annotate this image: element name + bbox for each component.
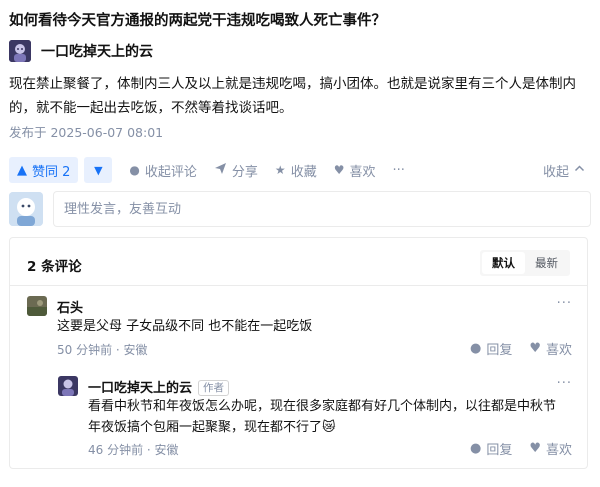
- comments-divider: [10, 285, 587, 286]
- reply-label: 回复: [486, 443, 513, 458]
- author-name[interactable]: 一口吃掉天上的云: [41, 41, 153, 61]
- question-title[interactable]: 如何看待今天官方通报的两起党干违规吃喝致人死亡事件？: [9, 9, 386, 30]
- sort-default-tab[interactable]: 默认: [482, 252, 525, 274]
- answer-author: 一口吃掉天上的云: [9, 40, 153, 62]
- author-tag-badge: 作者: [198, 380, 230, 396]
- like-button[interactable]: ♥ 喜欢: [334, 161, 376, 180]
- reply-button[interactable]: ● 回复: [470, 439, 512, 458]
- comment-like-label: 喜欢: [545, 443, 572, 458]
- reply-comment-item: 一口吃掉天上的云 作者 ··· 看看中秋节和年夜饭怎么办呢，现在很多家庭都有好几个…: [58, 376, 572, 458]
- comment-item: 石头 ··· 这要是父母 子女品级不同 也不能在一起吃饭 50 分钟前 · 安徽…: [27, 296, 572, 358]
- collapse-comments-button[interactable]: ● 收起评论: [129, 161, 197, 180]
- comment-like-button[interactable]: ♥ 喜欢: [529, 339, 572, 358]
- answer-content: 现在禁止聚餐了，体制内三人及以上就是违规吃喝，搞小团体。也就是说家里有三个人是体…: [9, 76, 576, 116]
- more-dots-icon: ···: [392, 162, 405, 178]
- collapse-comments-label: 收起评论: [144, 164, 197, 180]
- comments-section: 2 条评论 默认 最新 石头 ··· 这要是父母 子女品级不同 也不能在一起吃饭…: [9, 237, 588, 469]
- reply-bubble-icon: ●: [469, 441, 482, 456]
- reply-button[interactable]: ● 回复: [470, 339, 512, 358]
- commenter-avatar[interactable]: [58, 376, 78, 396]
- comment-text-line: 看看中秋节和年夜饭怎么办呢，现在很多家庭都有好几个体制内，以往都是中秋节: [88, 399, 557, 414]
- reply-bubble-icon: ●: [469, 341, 482, 356]
- comment-text: 看看中秋节和年夜饭怎么办呢，现在很多家庭都有好几个体制内，以往都是中秋节 年夜饭…: [88, 396, 572, 438]
- commenter-name[interactable]: 石头: [57, 297, 83, 316]
- paper-plane-icon: [214, 162, 227, 178]
- triangle-down-icon: ▼: [94, 163, 103, 177]
- upvote-button[interactable]: ▲ 赞同 2: [9, 157, 79, 183]
- comment-sort-toggle: 默认 最新: [480, 250, 570, 276]
- upvote-label: 赞同 2: [32, 164, 71, 180]
- commenter-name: 一口吃掉天上的云 作者: [88, 377, 230, 396]
- comment-input[interactable]: [53, 191, 591, 227]
- collapse-label: 收起: [542, 164, 569, 180]
- comment-count: 2 条评论: [27, 259, 82, 275]
- sort-latest-tab[interactable]: 最新: [525, 252, 568, 274]
- comment-composer: [9, 191, 591, 227]
- share-button[interactable]: 分享: [214, 161, 258, 180]
- triangle-up-icon: ▲: [17, 162, 27, 178]
- comment-meta: 46 分钟前 · 安徽: [88, 443, 179, 457]
- like-label: 喜欢: [349, 164, 376, 180]
- more-options-button[interactable]: ···: [392, 163, 404, 178]
- comment-like-label: 喜欢: [545, 343, 572, 358]
- share-label: 分享: [231, 164, 258, 180]
- reply-label: 回复: [486, 343, 513, 358]
- favorite-button[interactable]: ★ 收藏: [275, 161, 317, 180]
- chevron-up-icon: [574, 163, 585, 178]
- comment-like-button[interactable]: ♥ 喜欢: [529, 439, 572, 458]
- comment-more-button[interactable]: ···: [557, 296, 572, 311]
- collapse-answer-button[interactable]: 收起: [543, 157, 585, 183]
- downvote-button[interactable]: ▼: [84, 157, 113, 183]
- comment-bubble-icon: ●: [129, 163, 140, 177]
- heart-icon: ♥: [529, 341, 541, 356]
- commenter-avatar[interactable]: [27, 296, 47, 316]
- current-user-avatar[interactable]: [9, 192, 43, 226]
- star-icon: ★: [274, 163, 286, 177]
- favorite-label: 收藏: [290, 164, 317, 180]
- comment-actions: ● 回复 ♥ 喜欢: [470, 339, 572, 358]
- answer-action-bar: ▲ 赞同 2 ▼ ● 收起评论 分享 ★ 收藏 ♥ 喜欢 ··· 收起: [9, 157, 591, 183]
- heart-icon: ♥: [529, 441, 541, 456]
- reply-author-name[interactable]: 一口吃掉天上的云: [88, 381, 192, 396]
- comment-more-button[interactable]: ···: [557, 376, 572, 391]
- heart-icon: ♥: [333, 163, 345, 177]
- comment-meta: 50 分钟前 · 安徽: [57, 343, 148, 357]
- publish-time: 发布于 2025-06-07 08:01: [9, 125, 164, 140]
- comment-text: 这要是父母 子女品级不同 也不能在一起吃饭: [57, 319, 313, 334]
- comment-text-line: 年夜饭搞个包厢一起聚聚，现在都不行了😿: [88, 420, 336, 435]
- author-avatar[interactable]: [9, 40, 31, 62]
- comment-actions: ● 回复 ♥ 喜欢: [470, 439, 572, 458]
